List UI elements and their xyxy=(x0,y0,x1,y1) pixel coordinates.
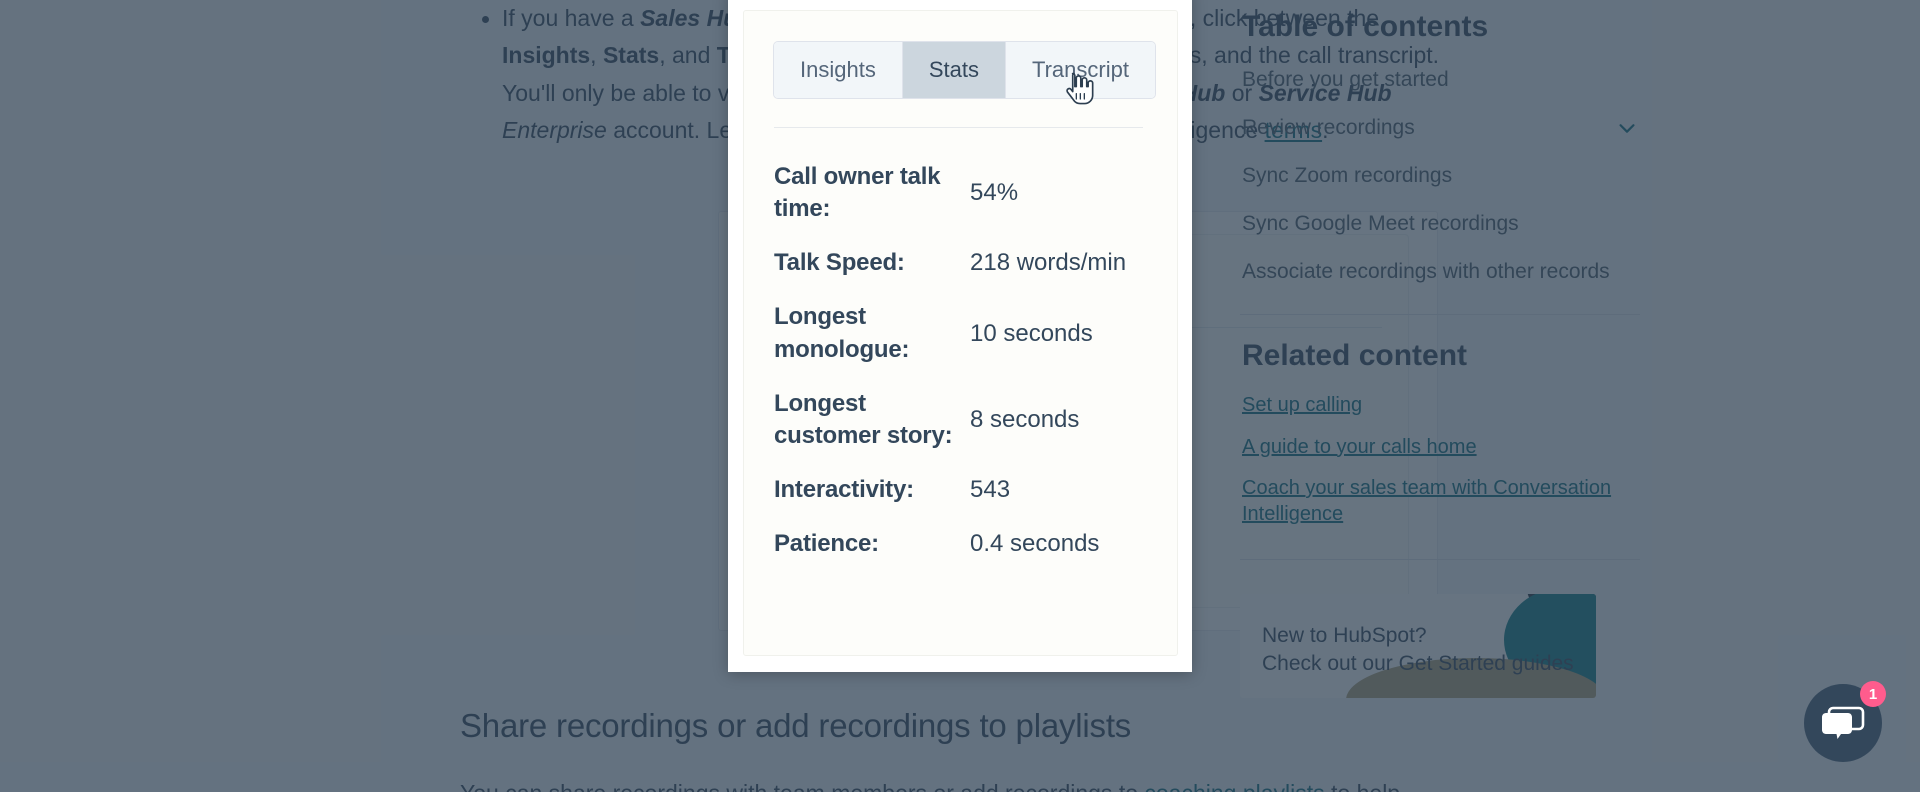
stat-label: Talk Speed: xyxy=(774,249,905,277)
stat-row-talk-speed: Talk Speed: 218 words/min xyxy=(774,247,1151,279)
call-detail-tab-strip: Insights Stats Transcript xyxy=(773,41,1156,99)
stat-row-longest-customer-story: Longest customer story: 8 seconds xyxy=(774,388,1151,452)
stat-value: 543 xyxy=(970,476,1011,504)
lightbox-screenshot-pane: Insights Stats Transcript Call owner tal… xyxy=(743,10,1178,656)
chat-bubbles-icon xyxy=(1822,706,1865,739)
stat-row-interactivity: Interactivity: 543 xyxy=(774,474,1151,506)
stat-label: Interactivity: xyxy=(774,476,914,504)
lightbox-modal: Insights Stats Transcript Call owner tal… xyxy=(728,0,1192,672)
stat-label: Patience: xyxy=(774,530,879,558)
stat-value: 10 seconds xyxy=(970,319,1093,347)
stat-value: 54% xyxy=(970,179,1019,207)
stat-value: 8 seconds xyxy=(970,405,1080,433)
pointer-hand-cursor-icon xyxy=(1066,72,1094,105)
stat-label: Longest monologue: xyxy=(774,303,910,363)
stat-value: 0.4 seconds xyxy=(970,530,1100,558)
chat-launcher-button[interactable]: 1 xyxy=(1804,681,1886,762)
stat-label: Longest customer story: xyxy=(774,389,953,449)
stat-row-longest-monologue: Longest monologue: 10 seconds xyxy=(774,301,1151,365)
stat-label: Call owner talk time: xyxy=(774,163,941,223)
stat-value: 218 words/min xyxy=(970,249,1127,277)
tab-divider xyxy=(774,127,1143,128)
call-stats-list: Call owner talk time: 54% Talk Speed: 21… xyxy=(774,161,1151,582)
tab-stats[interactable]: Stats xyxy=(902,42,1006,98)
stat-row-patience: Patience: 0.4 seconds xyxy=(774,528,1151,560)
tab-insights[interactable]: Insights xyxy=(774,42,903,98)
chat-unread-badge: 1 xyxy=(1860,681,1886,707)
stat-row-call-owner-talk-time: Call owner talk time: 54% xyxy=(774,161,1151,225)
